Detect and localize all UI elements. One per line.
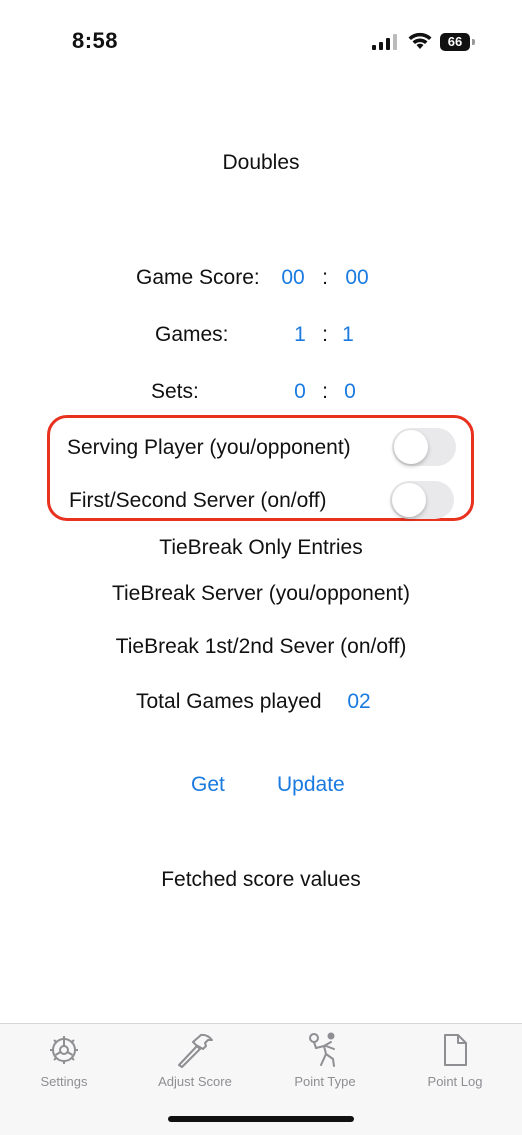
gear-icon [50,1036,78,1064]
games-left[interactable]: 1 [286,323,314,347]
tab-point-type[interactable]: Point Type [260,1032,390,1089]
tab-settings[interactable]: Settings [0,1032,129,1089]
sets-separator: : [322,380,328,403]
game-score-label: Game Score: [136,266,260,289]
sets-right[interactable]: 0 [336,380,364,404]
tab-point-log[interactable]: Point Log [390,1032,520,1089]
total-games-label: Total Games played [136,690,322,713]
tennis-player-icon [309,1032,335,1067]
update-button[interactable]: Update [277,773,345,797]
tab-settings-label: Settings [40,1074,88,1089]
cellular-signal-icon [372,34,397,50]
sets-left[interactable]: 0 [286,380,314,404]
serving-player-toggle[interactable] [392,428,456,466]
game-score-right[interactable]: 00 [340,266,374,290]
tab-point-log-label: Point Log [427,1074,483,1089]
toggle-knob [394,430,428,464]
games-label: Games: [155,323,229,346]
get-button[interactable]: Get [191,773,225,797]
games-separator: : [322,323,328,346]
total-games-value[interactable]: 02 [342,690,376,714]
wifi-icon [408,32,432,49]
tab-point-type-label: Point Type [294,1074,356,1089]
battery-icon: 66 [440,33,476,51]
game-score-left[interactable]: 00 [276,266,310,290]
tab-adjust-score[interactable]: Adjust Score [130,1032,260,1089]
hammer-icon [178,1033,213,1068]
first-second-server-label: First/Second Server (on/off) [69,489,327,512]
status-time: 8:58 [72,28,119,53]
game-score-separator: : [322,266,328,289]
tiebreak-sever-label[interactable]: TieBreak 1st/2nd Sever (on/off) [0,635,522,659]
tiebreak-server-label[interactable]: TieBreak Server (you/opponent) [0,582,522,606]
tab-adjust-score-label: Adjust Score [158,1074,232,1089]
first-second-server-toggle[interactable] [390,481,454,519]
document-icon [444,1034,467,1066]
page-title: Doubles [222,151,300,174]
fetched-score-text: Fetched score values [161,868,361,891]
home-indicator[interactable] [168,1116,354,1122]
battery-level: 66 [440,33,470,51]
toggle-knob [392,483,426,517]
tiebreak-header: TieBreak Only Entries [159,536,363,559]
sets-label: Sets: [151,380,199,403]
serving-player-label: Serving Player (you/opponent) [67,436,351,459]
games-right[interactable]: 1 [334,323,362,347]
